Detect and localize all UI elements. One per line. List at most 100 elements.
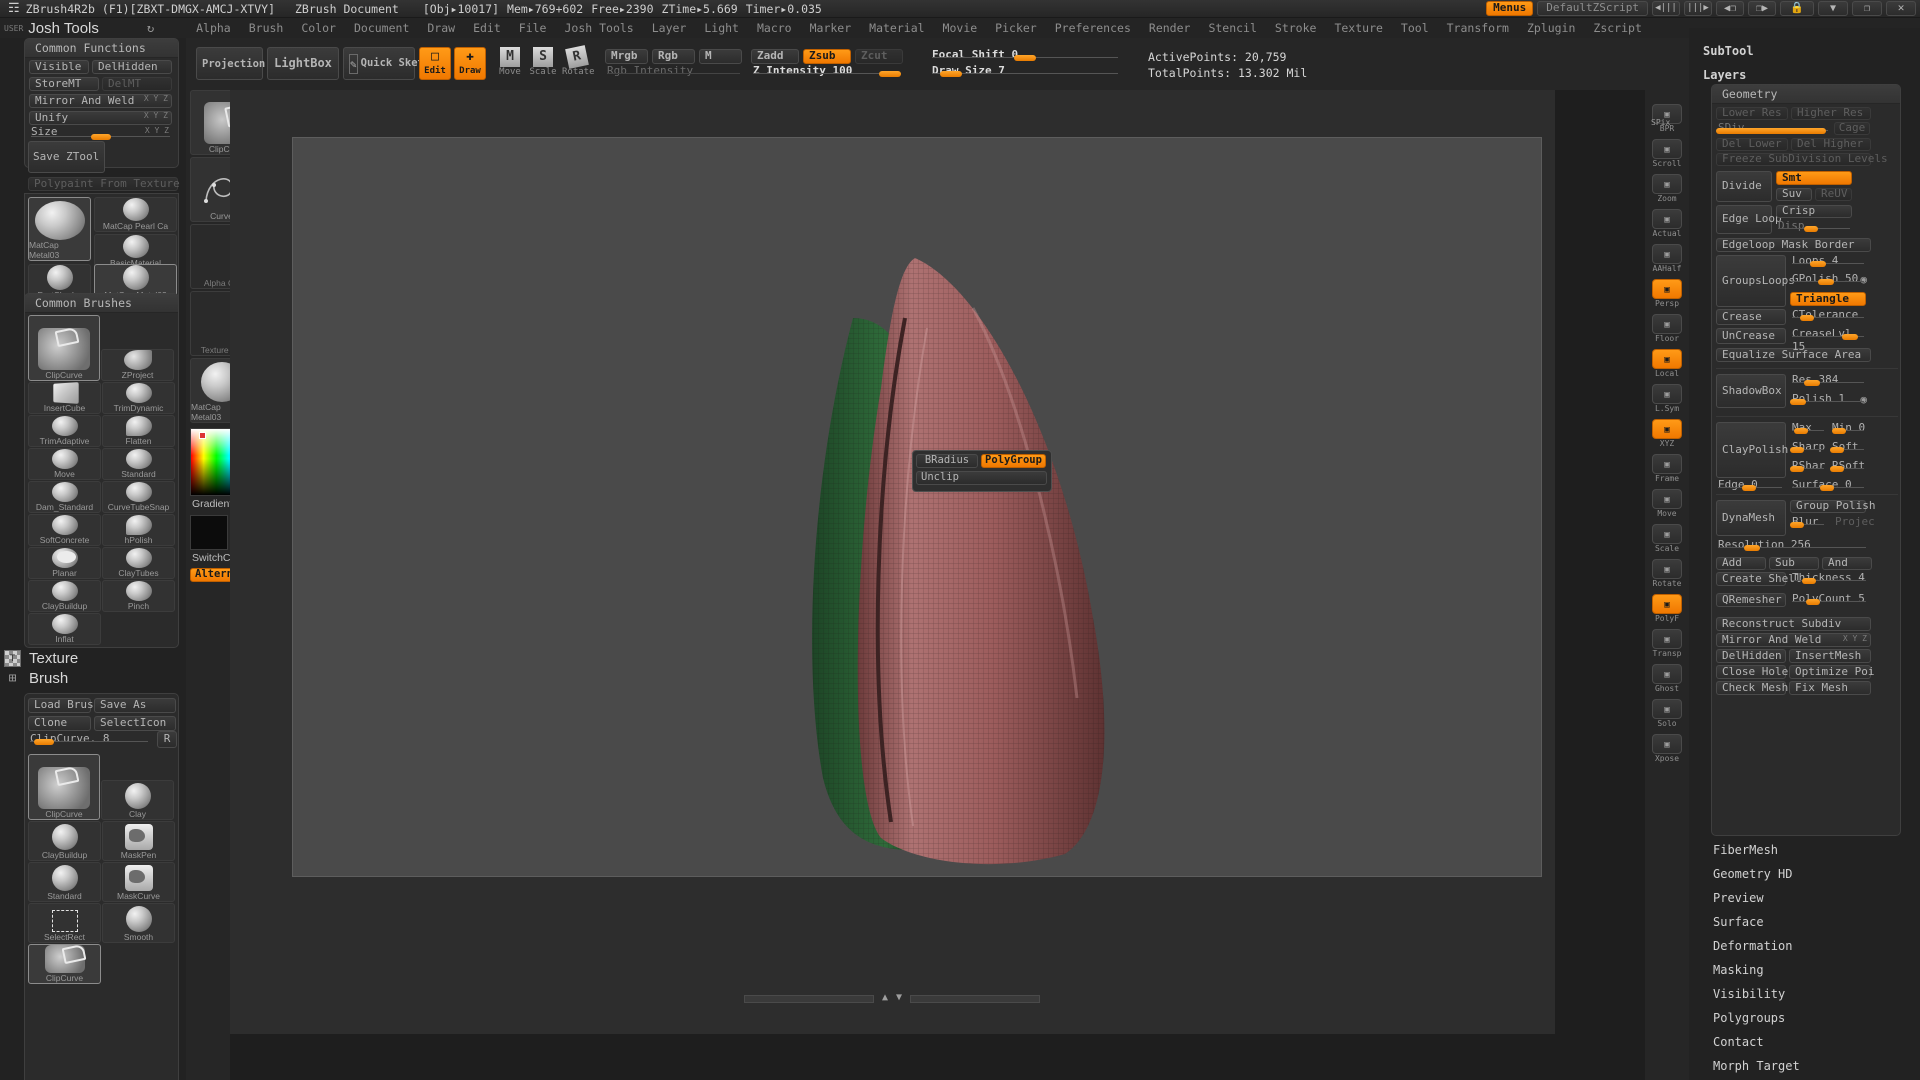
right-strip-rotate-button[interactable]: ▣ Rotate (1648, 559, 1686, 588)
brush-cell[interactable]: ClipCurve (28, 943, 101, 984)
prev-doc-button[interactable]: ◀❐ (1716, 1, 1744, 16)
polycount-slider[interactable]: PolyCount 5 (1790, 592, 1868, 605)
surface-knob[interactable] (1820, 485, 1834, 491)
brush-current-knob[interactable] (34, 739, 54, 745)
common-brush-cell[interactable]: hPolish (102, 514, 175, 546)
soft-slider[interactable]: Soft (1830, 440, 1866, 453)
del-higher-button[interactable]: Del Higher (1791, 138, 1871, 151)
rotate-button[interactable]: R Rotate (562, 45, 595, 80)
menu-item-light[interactable]: Light (696, 19, 747, 37)
rgb-button[interactable]: Rgb (652, 49, 695, 64)
draw-size-knob[interactable] (940, 71, 962, 77)
menu-item-zscript[interactable]: Zscript (1585, 19, 1649, 37)
menu-item-picker[interactable]: Picker (987, 19, 1045, 37)
unclip-button[interactable]: Unclip (916, 471, 1047, 485)
menu-item-transform[interactable]: Transform (1439, 19, 1517, 37)
edit-button[interactable]: □ Edit (419, 47, 451, 80)
brush-cell[interactable]: Smooth (102, 903, 175, 943)
m-button[interactable]: M (699, 49, 742, 64)
claypolish-button[interactable]: ClayPolish (1716, 422, 1788, 478)
ctolerance-slider[interactable]: CTolerance (1790, 308, 1866, 321)
right-strip-floor-button[interactable]: ▣ Floor (1648, 314, 1686, 343)
rsoft-slider[interactable]: RSoft (1830, 459, 1866, 472)
lock-icon[interactable]: 🔒 (1780, 1, 1814, 16)
add-button[interactable]: Add (1716, 557, 1766, 570)
right-strip-polyf-button[interactable]: ▣ PolyF (1648, 594, 1686, 623)
bradius-button[interactable]: BRadius (916, 454, 978, 468)
right-section-geometry-hd[interactable]: Geometry HD (1689, 862, 1920, 886)
menu-item-zplugin[interactable]: Zplugin (1519, 19, 1583, 37)
thickness-knob[interactable] (1802, 578, 1816, 584)
delhidden-button[interactable]: DelHidden (92, 60, 172, 74)
clone-button[interactable]: Clone (28, 716, 91, 731)
edgeloop-mask-border-button[interactable]: Edgeloop Mask Border (1716, 238, 1871, 252)
brush-cell[interactable]: MaskCurve (102, 862, 175, 902)
save-ztool-button[interactable]: Save ZTool (28, 141, 105, 173)
common-brush-cell[interactable]: InsertCube (28, 382, 101, 414)
polycount-track[interactable] (1792, 601, 1866, 602)
gpolish-toggle-icon[interactable]: ◉ (1860, 273, 1867, 286)
insertmesh-button[interactable]: InsertMesh (1789, 649, 1871, 663)
edge-loop-button[interactable]: Edge Loop (1716, 205, 1782, 234)
reload-icon[interactable]: ↻ (147, 21, 154, 35)
crease-button[interactable]: Crease (1716, 309, 1786, 325)
loops-knob[interactable] (1810, 261, 1826, 267)
blur-knob[interactable] (1790, 522, 1804, 528)
brush-current-slider[interactable]: ClipCurve. 8 (28, 732, 150, 745)
polish-slider[interactable]: Polish 1 ◉ (1790, 392, 1867, 406)
right-strip-xpose-button[interactable]: ▣ Xpose (1648, 734, 1686, 763)
mirror-xyz-toggle[interactable]: X Y Z (144, 94, 168, 104)
common-brush-cell[interactable]: Planar (28, 547, 101, 579)
mirror-weld-xyz-toggle[interactable]: X Y Z (1843, 634, 1867, 644)
res-track[interactable] (1792, 382, 1864, 383)
common-brush-cell[interactable]: Pinch (102, 580, 175, 612)
canvas-scroll-bar[interactable] (744, 995, 874, 1003)
draw-button[interactable]: ✚ Draw (454, 47, 486, 80)
common-brush-cell[interactable]: TrimAdaptive (28, 415, 101, 447)
menu-item-alpha[interactable]: Alpha (188, 19, 239, 37)
right-strip-l-sym-button[interactable]: ▣ L.Sym (1648, 384, 1686, 413)
disp-slider[interactable]: Disp (1776, 219, 1852, 232)
right-section-fibermesh[interactable]: FiberMesh (1689, 838, 1920, 862)
edge-slider[interactable]: Edge 0 (1716, 478, 1784, 491)
common-brush-cell[interactable]: ZProject (101, 349, 174, 381)
polygroup-button[interactable]: PolyGroup (981, 454, 1046, 468)
load-brush-button[interactable]: Load Brush (28, 698, 100, 713)
focal-shift-slider[interactable]: Focal Shift 0 (930, 48, 1120, 61)
edge-knob[interactable] (1742, 485, 1756, 491)
close-holes-button[interactable]: Close Holes (1716, 665, 1795, 679)
menu-item-josh-tools[interactable]: Josh Tools (556, 19, 641, 37)
brush-section-header[interactable]: ⊞ Brush (4, 670, 69, 687)
resolution-knob[interactable] (1744, 545, 1760, 551)
restore-icon[interactable]: ❐ (1852, 1, 1882, 16)
optimize-points-button[interactable]: Optimize Poi (1789, 665, 1874, 679)
rgb-intensity-slider[interactable]: Rgb Intensity (605, 64, 742, 77)
document-canvas[interactable]: BRadius PolyGroup Unclip (292, 137, 1542, 877)
gpolish-knob[interactable] (1818, 279, 1834, 285)
canvas-scroll-down-icon[interactable]: ▼ (896, 992, 902, 1003)
reuv-button[interactable]: ReUV (1815, 188, 1852, 201)
polish-knob[interactable] (1790, 399, 1806, 405)
disp-knob[interactable] (1804, 226, 1818, 232)
gpolish-slider[interactable]: GPolish 50 ◉ (1790, 272, 1867, 286)
menu-item-draw[interactable]: Draw (419, 19, 463, 37)
loops-track[interactable] (1792, 263, 1864, 264)
surface-slider[interactable]: Surface 0 (1790, 478, 1866, 491)
groupsloops-button[interactable]: GroupsLoops (1716, 255, 1795, 307)
thickness-slider[interactable]: Thickness 4 (1790, 571, 1868, 584)
draw-size-slider[interactable]: Draw Size 7 (930, 64, 1120, 77)
size-knob[interactable] (91, 134, 111, 140)
menu-item-file[interactable]: File (511, 19, 555, 37)
min-slider[interactable]: Min 0 (1830, 421, 1866, 434)
common-brush-cell[interactable]: SoftConcrete (28, 514, 101, 546)
delhidden-right-button[interactable]: DelHidden (1716, 649, 1786, 663)
creaselvl-slider[interactable]: CreaseLvl 15 (1790, 327, 1866, 353)
minimize-icon[interactable]: ▼ (1818, 1, 1848, 16)
right-section-deformation[interactable]: Deformation (1689, 934, 1920, 958)
common-brush-cell[interactable]: CurveTubeSnap (102, 481, 175, 513)
save-as-button[interactable]: Save As (94, 698, 176, 713)
res-slider[interactable]: Res 384 (1790, 373, 1866, 386)
fix-mesh-button[interactable]: Fix Mesh (1789, 681, 1871, 695)
color-swatch-black[interactable] (190, 515, 228, 550)
right-strip-xyz-button[interactable]: ▣ XYZ (1648, 419, 1686, 448)
